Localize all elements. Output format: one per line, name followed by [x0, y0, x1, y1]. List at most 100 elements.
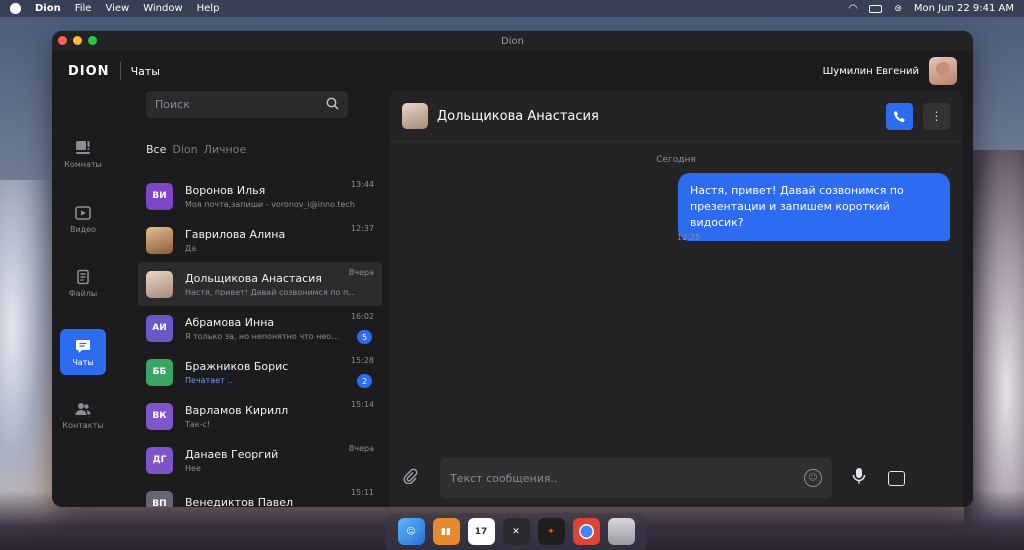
menu-help[interactable]: Help [197, 3, 220, 14]
minimize-window-button[interactable] [73, 36, 82, 45]
conversation-panel: Дольщикова Анастасия ⋮ Сегодня Настя, пр… [390, 91, 962, 507]
contact-name: Данаев Георгий [185, 447, 279, 461]
filter-all[interactable]: Все [146, 143, 166, 156]
microphone-button[interactable] [852, 467, 866, 489]
message-placeholder: Текст сообщения.. [450, 471, 558, 485]
calendar-icon[interactable]: 17 [467, 518, 495, 545]
nav-chats[interactable]: Чаты [60, 329, 106, 375]
menu-window[interactable]: Window [143, 3, 182, 14]
macos-menubar: Dion File View Window Help ◠ ⊜ Mon Jun 2… [0, 0, 1024, 17]
contact-name: Гаврилова Алина [185, 227, 286, 241]
contact-avatar [146, 226, 173, 254]
rooms-icon [75, 140, 91, 156]
user-avatar[interactable] [929, 57, 957, 85]
message-time: Вчера [348, 268, 374, 277]
unread-badge: 2 [357, 374, 372, 388]
nav-rooms[interactable]: Комнаты [60, 131, 106, 177]
chat-item[interactable]: ББ Бражников Борис Печатает .. 15:28 2 [138, 350, 382, 394]
apple-icon[interactable] [10, 3, 21, 14]
chat-item[interactable]: АИ Абрамова Инна Я только за, но непонятн… [138, 306, 382, 350]
contact-avatar: ББ [146, 358, 173, 386]
trash-icon[interactable] [607, 518, 635, 545]
chrome-icon[interactable] [572, 518, 600, 545]
message-preview: Да [185, 243, 197, 253]
finder-icon[interactable]: ☺ [397, 518, 425, 545]
dion-dock-icon[interactable]: ✕ [502, 518, 530, 545]
chat-filters: Все Dion Личное [146, 143, 246, 156]
nav-files[interactable]: Файлы [60, 260, 106, 306]
control-center-icon[interactable]: ⊜ [894, 4, 902, 14]
chat-item[interactable]: ДГ Данаев Георгий Нее Вчера [138, 438, 382, 482]
attach-button[interactable] [402, 468, 426, 488]
message-time: 15:28 [350, 356, 374, 365]
menu-view[interactable]: View [105, 3, 129, 14]
video-icon [75, 205, 91, 221]
user-menu[interactable]: Шумилин Евгений [823, 57, 957, 85]
message-preview: Нее [185, 463, 201, 473]
typing-indicator: Печатает .. [185, 375, 233, 385]
chat-item[interactable]: ВИ Воронов Илья Моя почта,запиши - vorono… [138, 174, 382, 218]
unread-badge: 5 [357, 330, 372, 344]
chat-item-selected[interactable]: Дольщикова Анастасия Настя, привет! Давай… [138, 262, 382, 306]
figma-icon[interactable]: ✦ [537, 518, 565, 545]
message-time: 13:44 [350, 180, 374, 189]
filter-personal[interactable]: Личное [204, 143, 247, 156]
search-placeholder: Поиск [155, 98, 190, 111]
message-time: 12:37 [350, 224, 374, 233]
chat-item[interactable]: ВП Венедиктов Павел 15:11 [138, 482, 382, 507]
nav-chats-label: Чаты [72, 357, 94, 367]
message-preview: Я только за, но непонятно что необх... [185, 331, 340, 341]
menu-file[interactable]: File [75, 3, 92, 14]
contact-avatar: ВИ [146, 182, 173, 210]
contact-name: Варламов Кирилл [185, 403, 289, 417]
app-header: DION Чаты Шумилин Евгений [52, 51, 973, 91]
window-titlebar[interactable]: Dion [52, 31, 973, 51]
dion-logo[interactable]: DION [68, 64, 110, 79]
nav-video[interactable]: Видео [60, 196, 106, 242]
conversation-avatar[interactable] [402, 103, 428, 129]
paperclip-icon [403, 468, 418, 485]
message-composer: Текст сообщения.. ☺ [390, 449, 962, 507]
zoom-window-button[interactable] [88, 36, 97, 45]
message-preview: Моя почта,запиши - voronov_i@inno.tech [185, 199, 355, 209]
nav-contacts-label: Контакты [62, 420, 104, 430]
message-timestamp: 12:25 [677, 233, 701, 242]
filter-dion[interactable]: Dion [172, 143, 197, 156]
outgoing-message[interactable]: Настя, привет! Давай созвонимся по презе… [678, 173, 950, 241]
more-vertical-icon: ⋮ [930, 109, 943, 123]
chat-item[interactable]: ВК Варламов Кирилл Так-с! 15:14 [138, 394, 382, 438]
day-separator: Сегодня [656, 155, 696, 165]
battery-icon[interactable] [869, 4, 883, 13]
search-icon[interactable] [326, 97, 339, 113]
chat-list-panel: Поиск Все Dion Личное ВИ Воронов Илья Моя… [138, 91, 382, 507]
message-time: 16:02 [350, 312, 374, 321]
message-time: Вчера [348, 444, 374, 453]
microphone-icon [852, 468, 866, 484]
chat-icon [75, 338, 91, 354]
nav-contacts[interactable]: Контакты [60, 392, 106, 438]
search-input[interactable]: Поиск [146, 91, 348, 118]
window-title: Dion [501, 35, 524, 47]
contact-avatar: ВП [146, 490, 173, 507]
call-button[interactable] [886, 102, 913, 130]
section-title: Чаты [130, 64, 160, 78]
contact-name: Дольщикова Анастасия [185, 271, 322, 285]
files-icon [75, 269, 91, 285]
menu-app[interactable]: Dion [35, 3, 61, 14]
message-time: 15:14 [350, 400, 374, 409]
close-window-button[interactable] [58, 36, 67, 45]
menubar-datetime[interactable]: Mon Jun 22 9:41 AM [914, 3, 1014, 14]
conversation-header: Дольщикова Анастасия ⋮ [390, 91, 962, 142]
emoji-icon[interactable]: ☺ [804, 469, 822, 487]
books-icon[interactable]: ▮▮ [432, 518, 460, 545]
conversation-title[interactable]: Дольщикова Анастасия [437, 109, 599, 124]
more-options-button[interactable]: ⋮ [923, 102, 950, 130]
chat-item[interactable]: Гаврилова Алина Да 12:37 [138, 218, 382, 262]
wifi-icon[interactable]: ◠ [849, 3, 858, 14]
contact-avatar: АИ [146, 314, 173, 342]
message-input[interactable]: Текст сообщения.. ☺ [440, 458, 832, 498]
contact-avatar [146, 270, 173, 298]
message-time: 15:11 [350, 488, 374, 497]
contact-name: Бражников Борис [185, 359, 289, 373]
image-icon[interactable] [888, 470, 905, 486]
